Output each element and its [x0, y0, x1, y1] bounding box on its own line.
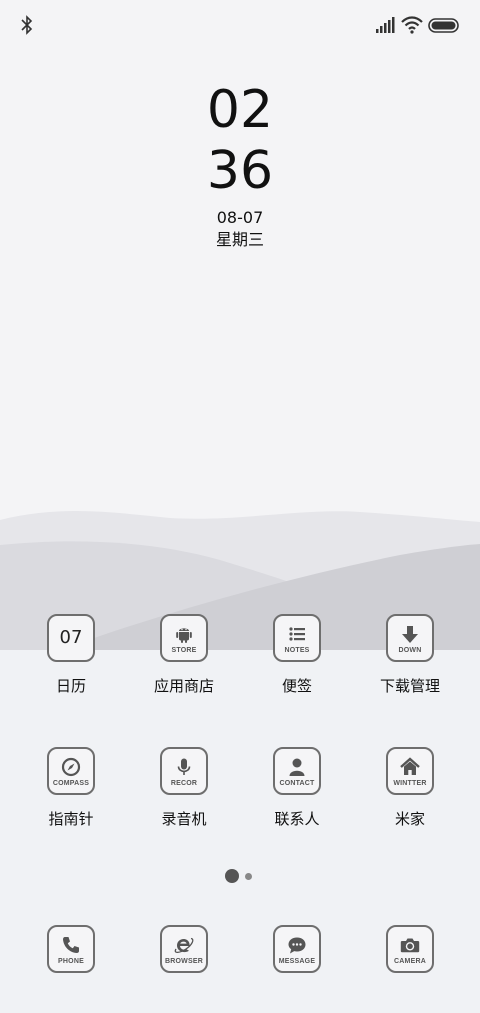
app-label: 便签	[281, 677, 312, 695]
home-glyph	[400, 757, 420, 775]
list-icon[interactable]: NOTES	[273, 614, 321, 662]
home-icon[interactable]: WINTTER	[386, 747, 434, 795]
icon-caption: DOWN	[398, 647, 422, 654]
icon-caption: CONTACT	[279, 780, 315, 787]
phone-icon[interactable]: PHONE	[47, 925, 95, 973]
browser-glyph	[174, 937, 194, 954]
page-indicator[interactable]	[0, 866, 480, 886]
clock-minute[interactable]: 36	[0, 141, 480, 201]
person-icon[interactable]: CONTACT	[273, 747, 321, 795]
android-icon[interactable]: STORE	[160, 614, 208, 662]
message-icon[interactable]: MESSAGE	[273, 925, 321, 973]
battery-icon	[428, 18, 459, 33]
dock-phone[interactable]: PHONE	[11, 925, 131, 973]
wifi-icon	[401, 16, 423, 34]
app-compass[interactable]: COMPASS 指南针	[11, 747, 131, 829]
app-notes[interactable]: NOTES 便签	[237, 614, 357, 696]
microphone-icon[interactable]: RECOR	[160, 747, 208, 795]
app-download[interactable]: DOWN 下载管理	[350, 614, 470, 696]
icon-caption: WINTTER	[393, 780, 427, 787]
icon-caption: CAMERA	[394, 958, 426, 965]
icon-caption: BROWSER	[165, 958, 203, 965]
app-label: 日历	[55, 677, 86, 695]
icon-caption: MESSAGE	[278, 958, 316, 965]
weekday-label: 星期三	[215, 230, 264, 249]
icon-caption: RECOR	[170, 780, 198, 787]
app-label: 录音机	[161, 810, 207, 828]
list-glyph	[289, 627, 305, 641]
clock-hour[interactable]: 02	[0, 80, 480, 140]
app-contacts[interactable]: CONTACT 联系人	[237, 747, 357, 829]
app-mihome[interactable]: WINTTER 米家	[350, 747, 470, 829]
download-icon[interactable]: DOWN	[386, 614, 434, 662]
camera-icon[interactable]: CAMERA	[386, 925, 434, 973]
download-glyph	[402, 626, 418, 643]
calendar-day: 07	[59, 627, 83, 648]
person-glyph	[289, 758, 305, 776]
app-store[interactable]: STORE 应用商店	[124, 614, 244, 696]
icon-caption: COMPASS	[52, 780, 90, 787]
app-label: 联系人	[274, 810, 320, 828]
icon-caption: STORE	[171, 647, 197, 654]
bluetooth-icon	[21, 15, 33, 35]
app-label: 下载管理	[379, 677, 440, 695]
dock-camera[interactable]: CAMERA	[350, 925, 470, 973]
dock-message[interactable]: MESSAGE	[237, 925, 357, 973]
app-label: 应用商店	[153, 677, 214, 695]
camera-glyph	[400, 938, 420, 953]
signal-icon	[376, 17, 395, 33]
date-label: 08-07	[216, 208, 264, 227]
calendar-icon[interactable]: 07	[47, 614, 95, 662]
app-calendar[interactable]: 07 日历	[11, 614, 131, 696]
android-glyph	[176, 628, 192, 643]
page-dot[interactable]	[245, 873, 252, 880]
page-dot-active[interactable]	[225, 869, 239, 883]
app-recorder[interactable]: RECOR 录音机	[124, 747, 244, 829]
status-bar	[0, 0, 480, 50]
message-glyph	[288, 937, 306, 954]
app-label: 米家	[394, 810, 425, 828]
compass-glyph	[61, 757, 81, 777]
app-label: 指南针	[48, 810, 94, 828]
microphone-glyph	[177, 758, 191, 775]
browser-icon[interactable]: BROWSER	[160, 925, 208, 973]
compass-icon[interactable]: COMPASS	[47, 747, 95, 795]
icon-caption: NOTES	[284, 647, 310, 654]
dock-browser[interactable]: BROWSER	[124, 925, 244, 973]
icon-caption: PHONE	[58, 958, 84, 965]
phone-glyph	[63, 937, 79, 953]
